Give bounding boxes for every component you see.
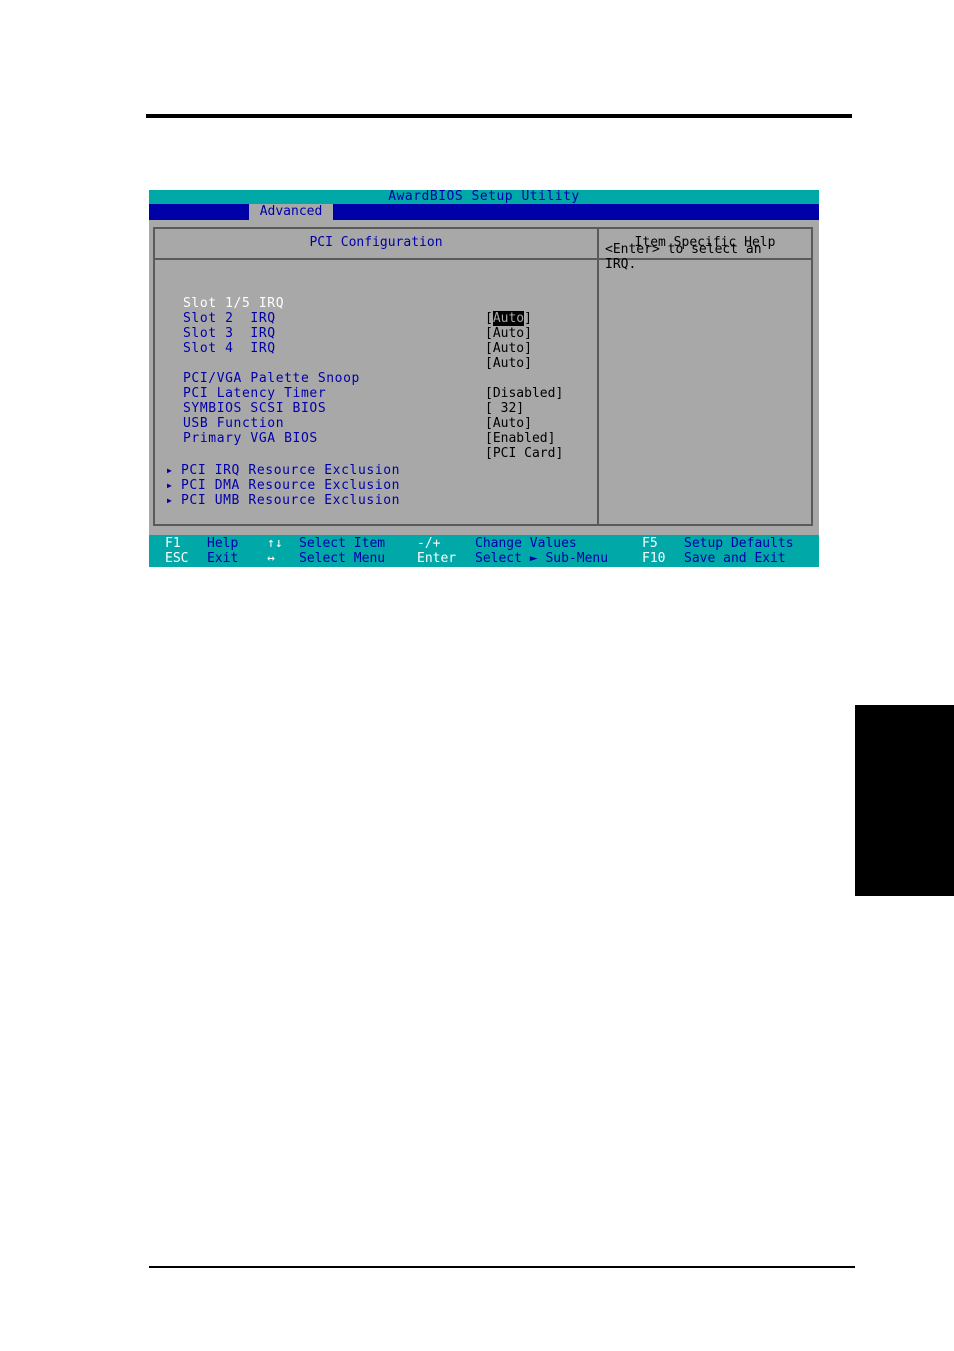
submenu-label: PCI DMA Resource Exclusion [181, 478, 401, 493]
setting-value[interactable]: [ 32] [485, 401, 524, 416]
setting-row-slot-4-irq[interactable]: Slot 4 IRQ [Auto] [155, 326, 532, 371]
setting-value[interactable]: [Auto] [485, 311, 532, 326]
bios-title-bar: AwardBIOS Setup Utility [149, 190, 819, 204]
page-bottom-rule [149, 1266, 855, 1268]
item-help-text: <Enter> to select an IRQ. [605, 242, 762, 272]
setting-label: Slot 4 IRQ [183, 341, 276, 356]
submenu-arrow-icon: ▶ [167, 496, 173, 505]
key-f10: F10 [642, 551, 666, 566]
key-minus-plus: -/+ [417, 536, 441, 551]
setting-value[interactable]: [Disabled] [485, 386, 563, 401]
submenu-label: PCI UMB Resource Exclusion [181, 493, 401, 508]
setting-value[interactable]: [Auto] [485, 416, 532, 431]
action-exit: Exit [207, 551, 239, 566]
page-top-rule [146, 114, 852, 118]
key-f5: F5 [642, 536, 658, 551]
bios-screen: AwardBIOS Setup Utility Advanced PCI Con… [149, 190, 819, 567]
setting-row-symbios-scsi[interactable]: SYMBIOS SCSI BIOS [Auto] [155, 386, 532, 431]
setting-row-slot-2-irq[interactable]: Slot 2 IRQ [Auto] [155, 296, 532, 341]
action-setup-defaults: Setup Defaults [684, 536, 794, 551]
key-esc: ESC [165, 551, 189, 566]
setting-row-usb-function[interactable]: USB Function [Enabled] [155, 401, 555, 446]
key-enter: Enter [417, 551, 457, 566]
setting-value[interactable]: [Auto] [485, 326, 532, 341]
setting-label: PCI Latency Timer [183, 386, 327, 401]
action-select-submenu: Select ► Sub-Menu [475, 551, 609, 566]
bios-status-bar: F1 Help ↑↓ Select Item -/+ Change Values… [149, 535, 819, 567]
action-select-item: Select Item [299, 536, 386, 551]
setting-row-palette-snoop[interactable]: PCI/VGA Palette Snoop [Disabled] [155, 356, 563, 401]
setting-row-slot-1-5-irq[interactable]: Slot 1/5 IRQ [Auto] [155, 281, 532, 326]
submenu-pci-umb-exclusion[interactable]: ▶ PCI UMB Resource Exclusion [155, 478, 399, 508]
left-panel-title: PCI Configuration [309, 235, 443, 250]
chapter-side-tab [855, 705, 954, 896]
action-help: Help [207, 536, 239, 551]
setting-row-slot-3-irq[interactable]: Slot 3 IRQ [Auto] [155, 311, 532, 356]
up-down-arrows-icon: ↑↓ [267, 536, 283, 551]
action-change-values: Change Values [475, 536, 577, 551]
menu-tab-advanced[interactable]: Advanced [249, 204, 333, 220]
key-f1: F1 [165, 536, 181, 551]
setting-row-primary-vga[interactable]: Primary VGA BIOS [PCI Card] [155, 416, 563, 461]
left-right-arrows-icon: ↔ [267, 551, 275, 566]
setting-label: Primary VGA BIOS [183, 431, 318, 446]
submenu-label: PCI IRQ Resource Exclusion [181, 463, 401, 478]
setting-label: SYMBIOS SCSI BIOS [183, 401, 327, 416]
bios-menu-bar: Advanced [149, 204, 819, 220]
action-select-menu: Select Menu [299, 551, 386, 566]
setting-value[interactable]: [PCI Card] [485, 446, 563, 461]
panel-divider [597, 229, 599, 524]
setting-value[interactable]: [Enabled] [485, 431, 555, 446]
action-save-and-exit: Save and Exit [684, 551, 786, 566]
setting-label: PCI/VGA Palette Snoop [183, 371, 360, 386]
submenu-pci-dma-exclusion[interactable]: ▶ PCI DMA Resource Exclusion [155, 463, 399, 493]
setting-value[interactable]: [Auto] [485, 341, 532, 356]
setting-row-latency-timer[interactable]: PCI Latency Timer [ 32] [155, 371, 524, 416]
submenu-pci-irq-exclusion[interactable]: ▶ PCI IRQ Resource Exclusion [155, 448, 399, 478]
selected-value-highlight: Auto [492, 311, 525, 326]
setting-value[interactable]: [Auto] [485, 356, 532, 371]
